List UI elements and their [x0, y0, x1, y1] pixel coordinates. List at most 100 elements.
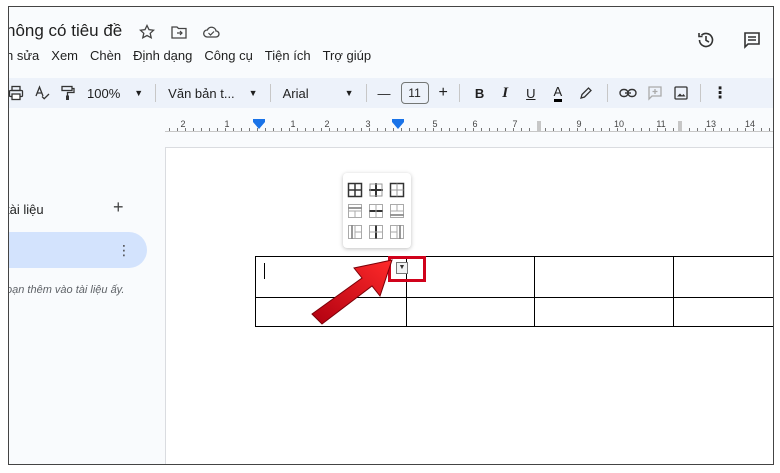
document-title[interactable]: hông có tiêu đề: [9, 21, 122, 41]
table-cell[interactable]: [534, 256, 674, 298]
table-cell[interactable]: [406, 297, 535, 327]
toolbar: 100% ▼ Văn bản t... ▼ Arial ▼ — 11 + B I…: [9, 78, 773, 108]
bold-button[interactable]: B: [466, 80, 493, 106]
ruler-tick: [457, 128, 458, 131]
increase-font-size-button[interactable]: +: [434, 80, 453, 106]
text-cursor: [264, 263, 265, 279]
paint-format-icon: [61, 85, 75, 100]
spellcheck-button[interactable]: [29, 80, 55, 106]
tab-options-icon[interactable]: ⋮: [117, 242, 131, 259]
menu-help[interactable]: Trợ giúp: [323, 48, 372, 63]
paint-format-button[interactable]: [55, 80, 81, 106]
paragraph-style-value: Văn bản t...: [168, 85, 235, 101]
ruler-tick: [769, 128, 770, 131]
column-boundary-marker[interactable]: [537, 121, 541, 131]
insert-row-column-icon[interactable]: [368, 182, 384, 198]
caret-down-icon: ▼: [134, 88, 144, 98]
insert-row-below-icon[interactable]: [389, 203, 405, 219]
zoom-select[interactable]: 100% ▼: [81, 86, 149, 101]
ruler-number: 1: [290, 119, 296, 129]
insert-column-left-icon[interactable]: [347, 224, 363, 240]
menu-extensions[interactable]: Tiện ích: [265, 48, 311, 63]
menu-edit[interactable]: h sửa: [9, 48, 39, 63]
font-size-input[interactable]: 11: [400, 82, 429, 104]
ruler-tick: [265, 128, 266, 131]
italic-button[interactable]: I: [493, 80, 517, 106]
text-color-button[interactable]: A: [545, 80, 572, 106]
table-cell[interactable]: [673, 297, 773, 327]
highlight-button[interactable]: [571, 80, 601, 106]
toolbar-divider: [607, 84, 609, 102]
horizontal-ruler[interactable]: 2 1 1 2 3 5 6 7 9 10 11 13 14: [165, 119, 773, 135]
add-comment-button[interactable]: [642, 80, 668, 106]
insert-row-above-icon[interactable]: [347, 203, 363, 219]
paragraph-style-select[interactable]: Văn bản t... ▼: [162, 86, 263, 101]
insert-column-center-icon[interactable]: [368, 224, 384, 240]
print-button[interactable]: [9, 80, 29, 106]
ruler-tick: [329, 128, 330, 131]
toolbar-divider: [269, 84, 271, 102]
ruler-tick: [633, 128, 634, 131]
comments-icon[interactable]: [741, 29, 763, 51]
underline-button[interactable]: U: [517, 80, 544, 106]
ruler-tick: [705, 128, 706, 131]
version-history-icon[interactable]: [695, 29, 717, 51]
insert-column-right-icon[interactable]: [389, 224, 405, 240]
ruler-tick: [233, 128, 234, 131]
ruler-tick: [529, 128, 530, 131]
header-right-actions: [695, 29, 763, 51]
left-indent-marker[interactable]: [253, 122, 265, 129]
ruler-tick: [169, 128, 170, 131]
table-cell-menu: [343, 173, 411, 248]
ruler-tick: [545, 128, 546, 131]
ruler-tick: [193, 128, 194, 131]
insert-image-button[interactable]: [668, 80, 694, 106]
star-icon[interactable]: [137, 22, 157, 42]
ruler-tick: [377, 128, 378, 131]
column-boundary-marker[interactable]: [678, 121, 682, 131]
table-cell[interactable]: [673, 256, 773, 298]
move-folder-icon[interactable]: [169, 22, 189, 42]
ruler-tick: [273, 128, 274, 131]
font-size-field[interactable]: 11: [396, 80, 434, 106]
ruler-tick: [497, 128, 498, 131]
menu-bar: h sửa Xem Chèn Định dạng Công cụ Tiện íc…: [9, 48, 372, 63]
ruler-tick: [217, 128, 218, 131]
ruler-tick: [241, 128, 242, 131]
menu-insert[interactable]: Chèn: [90, 48, 121, 63]
ruler-tick: [753, 128, 754, 131]
add-tab-button[interactable]: +: [113, 197, 124, 218]
font-select[interactable]: Arial ▼: [277, 86, 360, 101]
ruler-tick: [281, 128, 282, 131]
decrease-font-size-button[interactable]: —: [373, 80, 396, 106]
table-border-icon[interactable]: [389, 182, 405, 198]
highlighter-icon: [580, 87, 593, 99]
cloud-saved-icon[interactable]: [201, 22, 221, 42]
table-cell[interactable]: [534, 297, 674, 327]
ruler-tick: [737, 128, 738, 131]
title-actions: [137, 22, 221, 42]
ruler-tick: [177, 128, 178, 131]
document-page[interactable]: ▼: [165, 147, 773, 464]
menu-format[interactable]: Định dạng: [133, 48, 192, 63]
insert-link-button[interactable]: [614, 80, 642, 106]
ruler-tick: [505, 128, 506, 131]
toolbar-divider: [155, 84, 157, 102]
ruler-tick: [625, 128, 626, 131]
more-options-icon[interactable]: ⋮: [707, 80, 733, 106]
ruler-tick: [617, 128, 618, 131]
ruler-tick: [601, 128, 602, 131]
ruler-tick: [553, 128, 554, 131]
menu-tools[interactable]: Công cụ: [204, 48, 252, 63]
insert-row-center-icon[interactable]: [368, 203, 384, 219]
column-marker[interactable]: [392, 122, 404, 129]
ruler-tick: [417, 128, 418, 131]
ruler-tick: [441, 128, 442, 131]
ruler-tick: [321, 128, 322, 131]
ruler-tick: [409, 128, 410, 131]
ruler-tick: [697, 128, 698, 131]
ruler-tick: [185, 128, 186, 131]
menu-view[interactable]: Xem: [51, 48, 78, 63]
table-grid-icon[interactable]: [347, 182, 363, 198]
ruler-tick: [337, 128, 338, 131]
